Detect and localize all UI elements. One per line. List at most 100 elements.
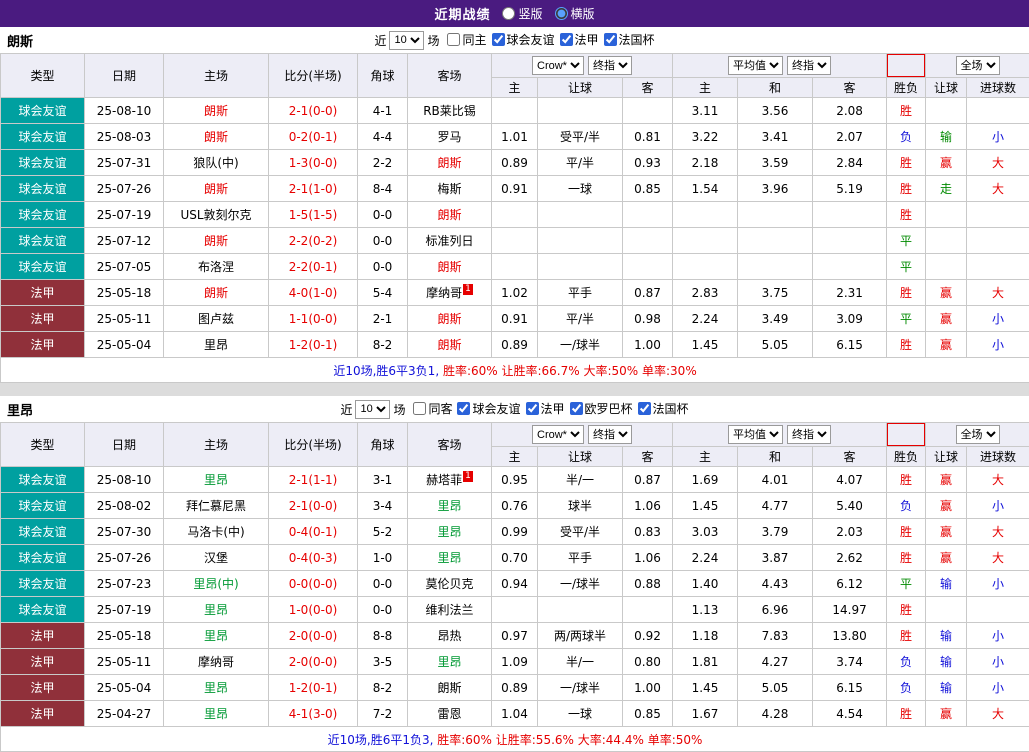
home-team[interactable]: 里昂 [204,629,228,643]
filter-checkbox[interactable]: 法国杯 [638,400,689,417]
layout-radio-vertical-input[interactable] [502,7,515,20]
home-team[interactable]: 里昂 [204,707,228,721]
away-team[interactable]: 莫伦贝克 [425,577,473,591]
odds-handicap: 一球 [538,176,623,202]
away-team[interactable]: 罗马 [437,130,461,144]
away-team[interactable]: 标准列日 [425,234,473,248]
filter-checkbox-input[interactable] [492,33,505,46]
team-section-lens: 朗斯 近 10 场 同主球会友谊法甲法国杯 类型 日期 主场 比分(半场) 角球… [0,27,1029,383]
away-team[interactable]: 朗斯 [437,338,461,352]
away-team[interactable]: 摩纳哥 [426,286,462,300]
filter-checkbox[interactable]: 法甲 [526,400,565,417]
away-team[interactable]: 维利法兰 [425,603,473,617]
recent-count-select[interactable]: 10 [389,31,424,50]
away-team-cell: 雷恩 [408,701,492,727]
filter-checkbox-input[interactable] [638,402,651,415]
home-team[interactable]: 朗斯 [204,130,228,144]
away-team[interactable]: 朗斯 [437,260,461,274]
home-team[interactable]: 里昂(中) [193,577,238,591]
odds-home [492,597,538,623]
filter-checkbox[interactable]: 欧罗巴杯 [570,400,633,417]
avg-away: 14.97 [813,597,887,623]
recent-count-select[interactable]: 10 [355,400,390,419]
filter-checkbox[interactable]: 法国杯 [604,31,655,48]
handicap-result [926,254,967,280]
scope-select[interactable]: 全场 [956,425,1000,444]
layout-radio-horizontal[interactable]: 横版 [555,5,595,22]
home-team[interactable]: 里昂 [204,338,228,352]
away-team[interactable]: 里昂 [437,525,461,539]
filter-checkbox[interactable]: 球会友谊 [492,31,555,48]
filter-checkbox[interactable]: 同客 [413,400,452,417]
filter-checkbox[interactable]: 球会友谊 [457,400,520,417]
home-team[interactable]: USL敦刻尔克 [180,208,251,222]
home-team[interactable]: 狼队(中) [193,156,238,170]
filter-checkbox-input[interactable] [526,402,539,415]
layout-radio-vertical[interactable]: 竖版 [502,5,542,22]
average-group-header: 平均值终指 [673,54,887,78]
away-team[interactable]: 朗斯 [437,681,461,695]
average-type-select[interactable]: 终指 [787,425,831,444]
away-team[interactable]: 赫塔菲 [426,473,462,487]
filter-checkbox-input[interactable] [413,402,426,415]
odds-home: 0.89 [492,150,538,176]
home-team[interactable]: 马洛卡(中) [187,525,244,539]
average-type-select[interactable]: 终指 [787,56,831,75]
home-team[interactable]: 图卢兹 [198,312,234,326]
home-team[interactable]: 布洛涅 [198,260,234,274]
average-source-select[interactable]: 平均值 [728,56,783,75]
goals-result: 小 [967,649,1029,675]
odds-away [623,98,673,124]
home-team[interactable]: 朗斯 [204,182,228,196]
odds-type-select[interactable]: 终指 [588,56,632,75]
away-team[interactable]: 朗斯 [437,208,461,222]
goals-result: 小 [967,332,1029,358]
match-date: 25-07-05 [85,254,164,280]
match-row: 球会友谊25-07-23里昂(中)0-0(0-0)0-0莫伦贝克0.94一/球半… [1,571,1029,597]
scope-select[interactable]: 全场 [956,56,1000,75]
filter-checkbox-input[interactable] [570,402,583,415]
avg-away: 2.62 [813,545,887,571]
odds-handicap: 半/一 [538,467,623,493]
layout-radio-horizontal-input[interactable] [555,7,568,20]
odds-home: 0.89 [492,332,538,358]
away-team[interactable]: 里昂 [437,551,461,565]
home-team[interactable]: 摩纳哥 [198,655,234,669]
odds-home: 1.01 [492,124,538,150]
home-team[interactable]: 朗斯 [204,234,228,248]
section-divider [0,383,1029,396]
filter-checkbox[interactable]: 法甲 [560,31,599,48]
home-team[interactable]: 拜仁慕尼黑 [186,499,246,513]
odds-company-select[interactable]: Crow* [532,425,584,444]
home-team[interactable]: 里昂 [204,681,228,695]
home-team[interactable]: 里昂 [204,603,228,617]
home-team[interactable]: 朗斯 [204,286,228,300]
away-team[interactable]: 朗斯 [437,312,461,326]
average-source-select[interactable]: 平均值 [728,425,783,444]
odds-away: 0.81 [623,124,673,150]
sub-header-outcome: 胜负 [887,447,926,467]
filter-checkbox-input[interactable] [604,33,617,46]
odds-type-select[interactable]: 终指 [588,425,632,444]
filter-checkbox-input[interactable] [457,402,470,415]
home-team[interactable]: 汉堡 [204,551,228,565]
outcome: 胜 [887,150,926,176]
home-team[interactable]: 里昂 [204,473,228,487]
score: 1-2(0-1) [269,675,358,701]
league-type: 法甲 [1,701,85,727]
away-team[interactable]: 梅斯 [437,182,461,196]
filter-checkbox[interactable]: 同主 [447,31,486,48]
away-team[interactable]: 雷恩 [437,707,461,721]
away-team[interactable]: 朗斯 [437,156,461,170]
away-team[interactable]: RB莱比锡 [423,104,476,118]
filter-checkbox-input[interactable] [447,33,460,46]
top-title-bar: 近期战绩 竖版 横版 [0,0,1029,27]
odds-away: 0.87 [623,467,673,493]
odds-company-select[interactable]: Crow* [532,56,584,75]
home-team[interactable]: 朗斯 [204,104,228,118]
away-team[interactable]: 里昂 [437,655,461,669]
away-team[interactable]: 里昂 [437,499,461,513]
away-team[interactable]: 昂热 [437,629,461,643]
col-header-date: 日期 [85,54,164,98]
filter-checkbox-input[interactable] [560,33,573,46]
